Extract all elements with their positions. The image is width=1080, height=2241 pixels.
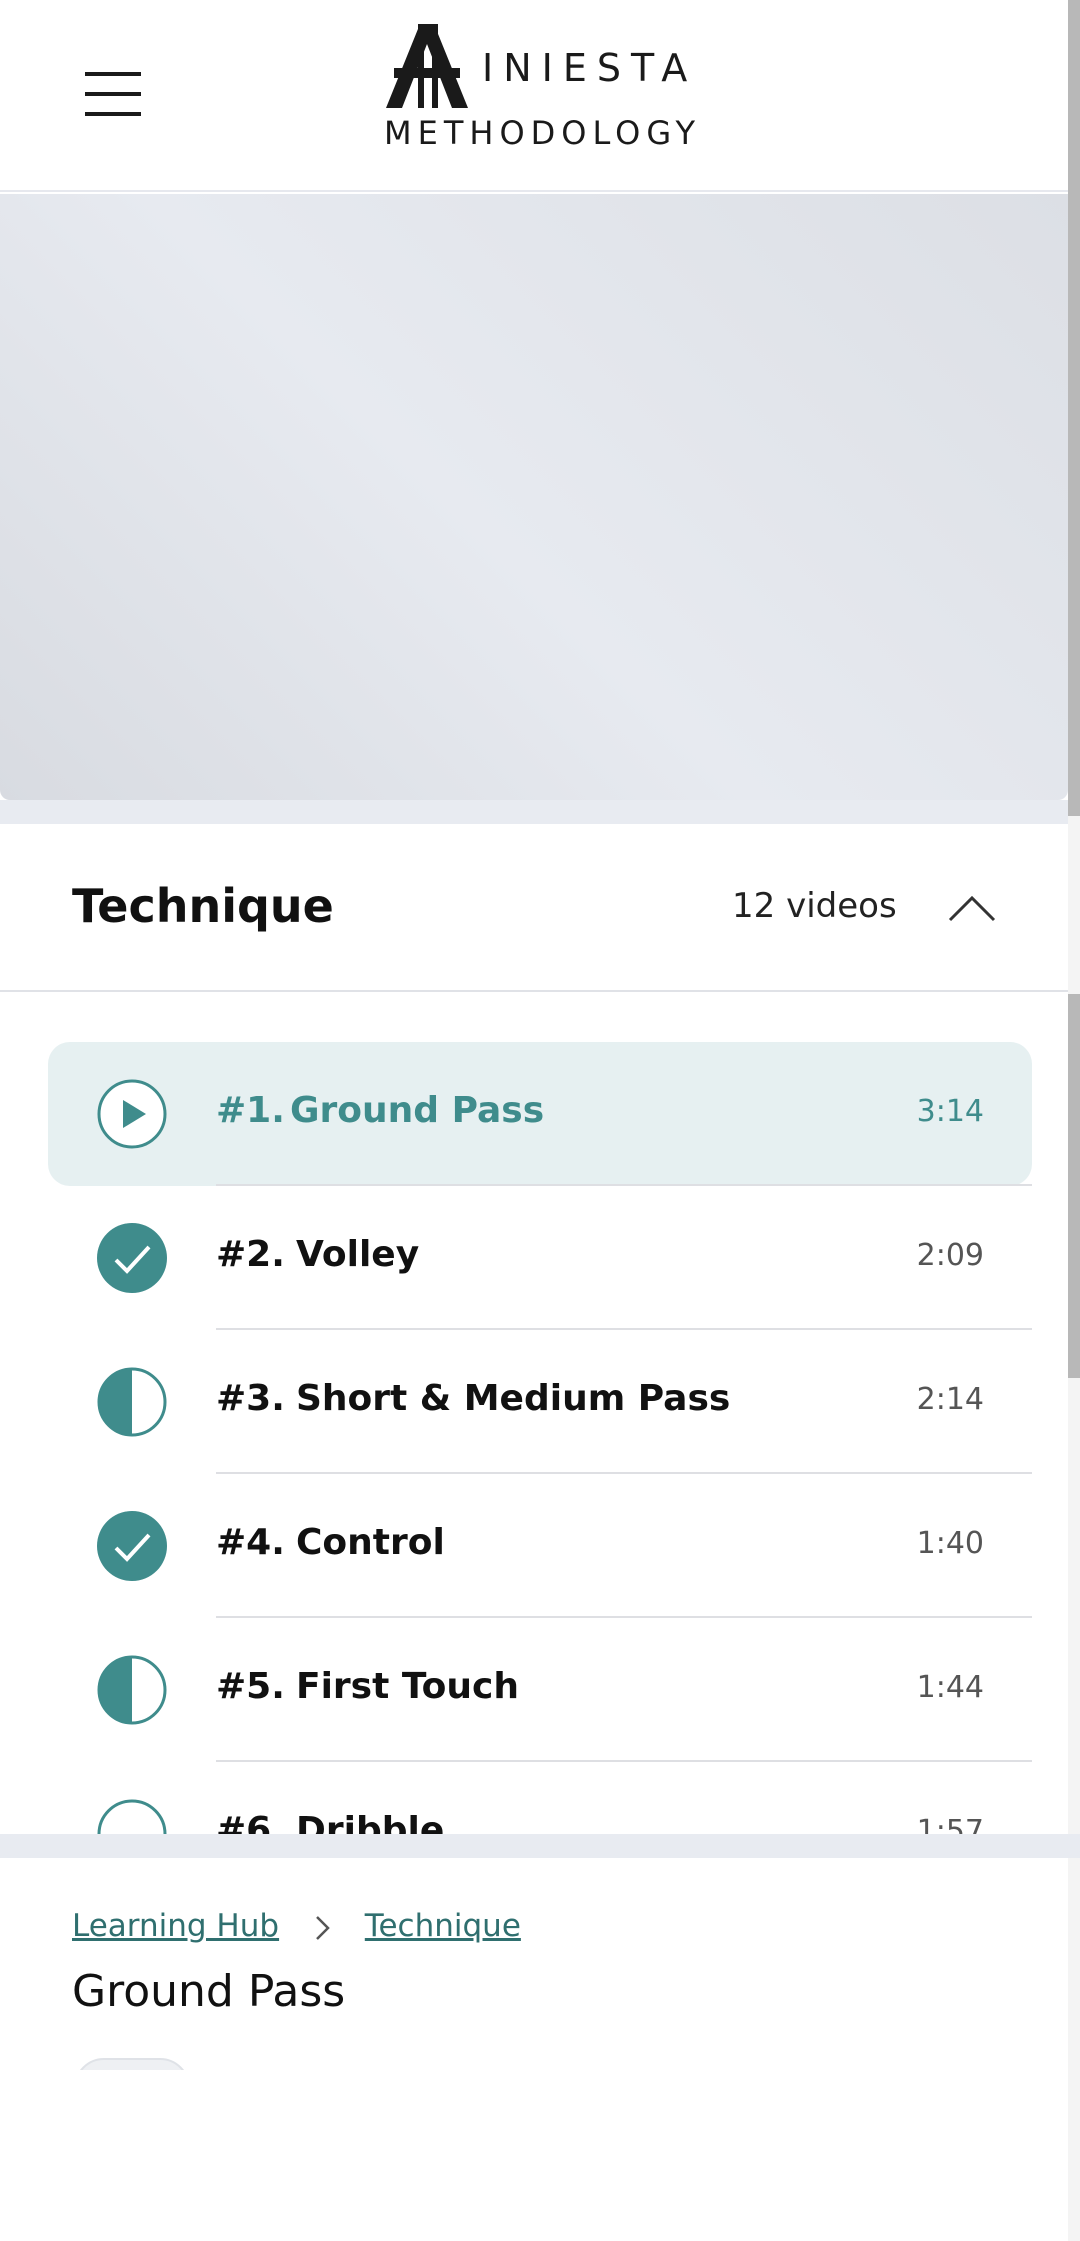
list-item-6[interactable]: #6. Dribble 1:57 bbox=[48, 1762, 1032, 1834]
list-item-2[interactable]: #2. Volley 2:09 bbox=[48, 1186, 1032, 1330]
chevron-up-icon[interactable] bbox=[946, 890, 998, 926]
half-circle-icon bbox=[97, 1367, 167, 1437]
course-section-header[interactable]: Technique 12 videos bbox=[0, 824, 1068, 992]
item-number: #3. bbox=[216, 1378, 285, 1419]
play-icon bbox=[97, 1079, 167, 1149]
breadcrumb-link-home[interactable]: Learning Hub bbox=[72, 1908, 279, 1944]
logo-text-bottom: METHODOLOGY bbox=[384, 114, 702, 152]
content-area bbox=[0, 2070, 1068, 2241]
list-item-4[interactable]: #4. Control 1:40 bbox=[48, 1474, 1032, 1618]
list-item-1[interactable]: #1. Ground Pass 3:14 bbox=[48, 1042, 1032, 1186]
item-duration: 1:40 bbox=[916, 1526, 984, 1561]
list-scrollbar-thumb[interactable] bbox=[1068, 994, 1080, 1378]
item-number: #2. bbox=[216, 1234, 285, 1275]
iniesta-logo[interactable]: INIESTA METHODOLOGY bbox=[380, 24, 700, 154]
item-title: Control bbox=[296, 1522, 445, 1563]
list-item-3[interactable]: #3. Short & Medium Pass 2:14 bbox=[48, 1330, 1032, 1474]
item-number: #5. bbox=[216, 1666, 285, 1707]
item-title: Dribble bbox=[296, 1810, 445, 1834]
breadcrumb-link-technique[interactable]: Technique bbox=[365, 1908, 521, 1944]
chevron-right-icon bbox=[316, 1915, 330, 1940]
item-number: #1. bbox=[216, 1090, 285, 1131]
item-duration: 1:44 bbox=[916, 1670, 984, 1705]
app-header: INIESTA METHODOLOGY bbox=[0, 0, 1068, 192]
menu-icon[interactable] bbox=[85, 70, 143, 118]
breadcrumb: Learning Hub Technique bbox=[72, 1908, 521, 1944]
logo-text-top: INIESTA bbox=[482, 46, 698, 90]
logo-mark-icon bbox=[386, 24, 468, 108]
item-number: #6. bbox=[216, 1810, 285, 1834]
item-title: Ground Pass bbox=[290, 1090, 545, 1131]
item-title: First Touch bbox=[296, 1666, 519, 1707]
empty-circle-icon bbox=[97, 1799, 167, 1834]
section-divider bbox=[0, 1834, 1080, 1858]
item-title: Volley bbox=[296, 1234, 420, 1275]
course-title: Technique bbox=[72, 879, 334, 933]
section-divider bbox=[0, 800, 1080, 824]
half-circle-icon bbox=[97, 1655, 167, 1725]
item-duration: 3:14 bbox=[916, 1094, 984, 1129]
page-title: Ground Pass bbox=[72, 1966, 346, 2017]
item-duration: 2:14 bbox=[916, 1382, 984, 1417]
list-item-5[interactable]: #5. First Touch 1:44 bbox=[48, 1618, 1032, 1762]
item-number: #4. bbox=[216, 1522, 285, 1563]
check-icon bbox=[97, 1223, 167, 1293]
page-scrollbar-thumb[interactable] bbox=[1068, 0, 1080, 816]
item-title: Short & Medium Pass bbox=[296, 1378, 731, 1419]
video-player[interactable] bbox=[0, 194, 1068, 800]
item-duration: 1:57 bbox=[916, 1814, 984, 1834]
check-icon bbox=[97, 1511, 167, 1581]
item-duration: 2:09 bbox=[916, 1238, 984, 1273]
video-list: #1. Ground Pass 3:14 #2. Volley 2:09 #3.… bbox=[0, 994, 1068, 1834]
video-count: 12 videos bbox=[732, 886, 897, 926]
